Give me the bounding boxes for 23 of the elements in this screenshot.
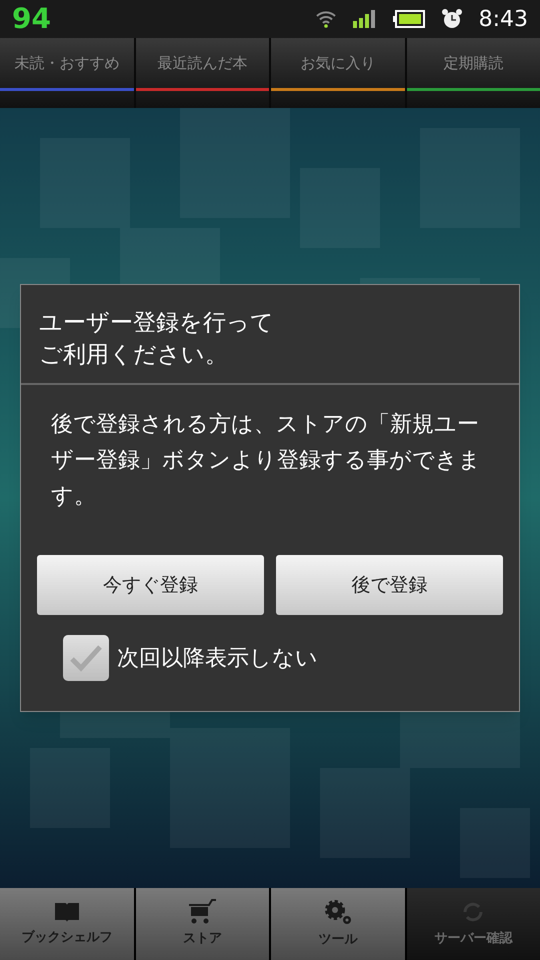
wifi-icon xyxy=(314,10,337,28)
dialog-button[interactable]: 後で登録 xyxy=(276,555,503,615)
status-number: 94 xyxy=(12,1,51,37)
dialog-message: 後で登録される方は、ストアの「新規ユーザー登録」ボタンより登録する事ができます。 xyxy=(50,411,482,511)
bottom-nav-item[interactable]: ストア xyxy=(136,888,269,960)
category-tab[interactable]: 定期購読 xyxy=(406,38,540,108)
alarm-icon xyxy=(440,8,463,30)
check-icon xyxy=(69,644,103,672)
signal-icon xyxy=(352,10,377,28)
dialog-title: ご利用ください。 xyxy=(39,341,228,370)
clock-time: 8:43 xyxy=(478,6,528,34)
gear-icon xyxy=(322,898,353,926)
bottom-nav-item[interactable]: ツール xyxy=(271,888,404,960)
checkbox[interactable] xyxy=(63,635,109,681)
dialog-button[interactable]: 今すぐ登録 xyxy=(37,555,264,615)
dialog-title: ユーザー登録を行って xyxy=(39,309,274,338)
dont-show-checkbox[interactable]: 次回以降表示しない xyxy=(21,615,519,711)
category-tab[interactable]: お気に入り xyxy=(271,38,404,108)
category-tab[interactable]: 未読・おすすめ xyxy=(0,38,134,108)
category-tab[interactable]: 最近読んだ本 xyxy=(136,38,269,108)
bottom-nav-item[interactable]: ブックシェルフ xyxy=(0,888,134,960)
battery-icon xyxy=(392,10,425,28)
cart-icon xyxy=(187,899,218,926)
